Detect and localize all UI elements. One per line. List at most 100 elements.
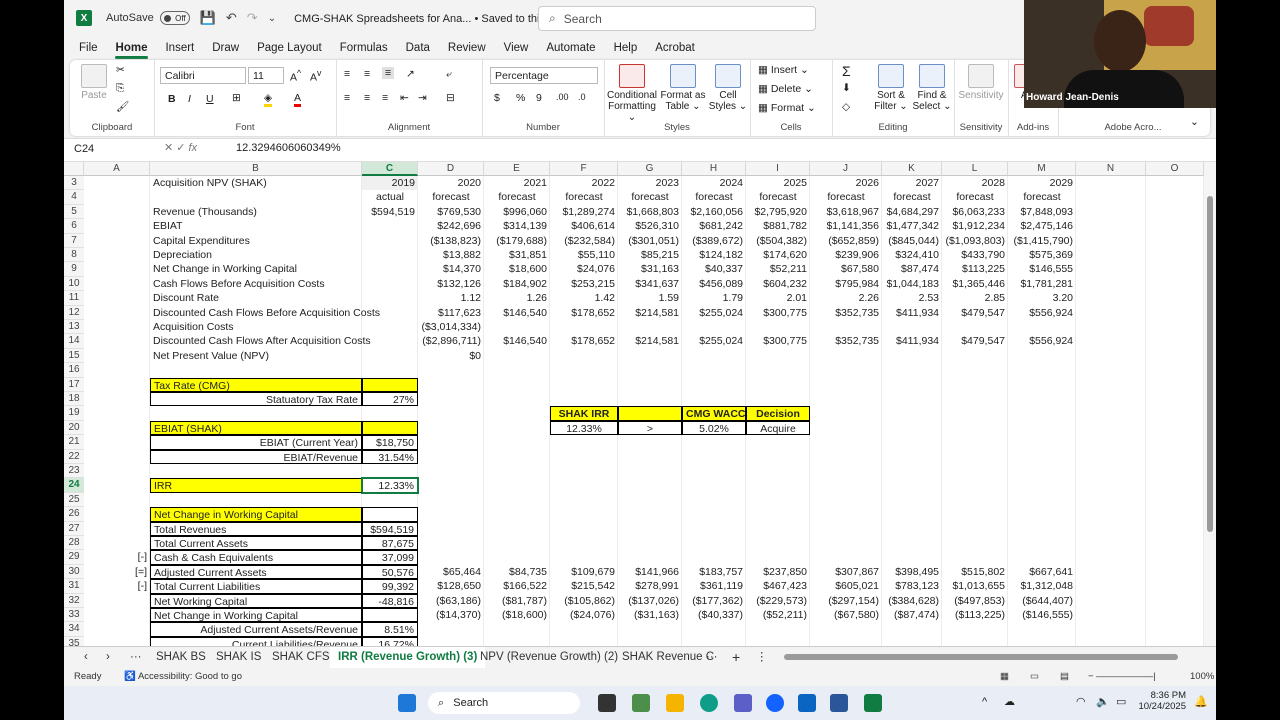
row-header-16[interactable]: 16 (64, 363, 84, 378)
wc-forecast-value[interactable]: $1,013,655 (942, 579, 1008, 593)
bold-icon[interactable]: B (168, 93, 176, 105)
line-value[interactable]: $178,652 (550, 306, 618, 320)
autosum-icon[interactable]: Σ (842, 63, 851, 79)
line-value[interactable]: $4,684,297 (882, 205, 942, 219)
line-value[interactable]: ($652,859) (810, 234, 882, 248)
decision-value[interactable]: Acquire (746, 420, 810, 436)
line-value[interactable]: $411,934 (882, 306, 942, 320)
wc-forecast-value[interactable]: $515,802 (942, 565, 1008, 579)
row-header-25[interactable]: 25 (64, 492, 84, 508)
tab-view[interactable]: View (495, 36, 538, 60)
wc-forecast-value[interactable]: $605,021 (810, 579, 882, 593)
page-layout-view-icon[interactable]: ▭ (1030, 668, 1039, 686)
tab-acrobat[interactable]: Acrobat (646, 36, 704, 60)
percent-icon[interactable]: % (516, 92, 525, 104)
merge-center-icon[interactable]: ⊟ (446, 92, 455, 104)
add-sheet-icon[interactable]: + (724, 647, 748, 669)
file-explorer-icon[interactable] (666, 694, 684, 712)
wc-forecast-value[interactable]: ($24,076) (550, 608, 618, 622)
tab-draw[interactable]: Draw (203, 36, 248, 60)
line-value[interactable]: $433,790 (942, 248, 1008, 262)
line-value[interactable]: ($1,415,790) (1008, 234, 1076, 248)
line-value[interactable]: $253,215 (550, 277, 618, 291)
line-value[interactable]: ($301,051) (618, 234, 682, 248)
align-middle-icon[interactable]: ≡ (364, 68, 370, 80)
line-value[interactable]: $174,620 (746, 248, 810, 262)
wc-row-value[interactable]: 16.72% (362, 636, 418, 646)
delete-cells-button[interactable]: ▦ Delete ⌄ (758, 83, 813, 95)
line-value[interactable]: ($232,584) (550, 234, 618, 248)
comma-icon[interactable]: 9 (536, 92, 542, 104)
italic-icon[interactable]: I (188, 93, 191, 105)
row-header-11[interactable]: 11 (64, 291, 84, 306)
tab-insert[interactable]: Insert (156, 36, 203, 60)
tax-value[interactable]: 27% (362, 392, 418, 407)
line-value[interactable]: $769,530 (418, 205, 484, 219)
line-value[interactable]: $556,924 (1008, 334, 1076, 348)
row-header-5[interactable]: 5 (64, 204, 84, 220)
decrease-font-icon[interactable]: Av (310, 68, 321, 84)
row-header-21[interactable]: 21 (64, 435, 84, 450)
line-value[interactable]: $604,232 (746, 277, 810, 291)
column-header-g[interactable]: G (618, 162, 682, 176)
line-value[interactable]: $324,410 (882, 248, 942, 262)
line-value[interactable]: $146,555 (1008, 262, 1076, 276)
tab-review[interactable]: Review (439, 36, 495, 60)
find-select-button[interactable]: Find & Select ⌄ (912, 64, 952, 112)
prev-sheet-icon[interactable]: ‹ (76, 647, 96, 669)
tab-page-layout[interactable]: Page Layout (248, 36, 331, 60)
line-value[interactable]: $0 (418, 349, 484, 363)
sheet-tab-shak-is[interactable]: SHAK IS (208, 647, 269, 669)
line-value[interactable]: $996,060 (484, 205, 550, 219)
line-value[interactable]: $87,474 (882, 262, 942, 276)
row-header-15[interactable]: 15 (64, 348, 84, 364)
line-value[interactable]: $18,600 (484, 262, 550, 276)
line-value[interactable]: $146,540 (484, 334, 550, 348)
line-value[interactable]: 2.53 (882, 291, 942, 305)
wc-forecast-value[interactable]: ($63,186) (418, 594, 484, 608)
align-center-icon[interactable]: ≡ (364, 92, 370, 104)
column-header-b[interactable]: B (150, 162, 362, 176)
line-value[interactable]: $300,775 (746, 306, 810, 320)
line-value[interactable]: $146,540 (484, 306, 550, 320)
wc-forecast-value[interactable]: ($146,555) (1008, 608, 1076, 622)
align-bottom-icon[interactable]: ≡ (382, 67, 395, 79)
wc-forecast-value[interactable]: ($113,225) (942, 608, 1008, 622)
line-value[interactable]: $3,618,967 (810, 205, 882, 219)
line-value[interactable]: ($1,093,803) (942, 234, 1008, 248)
windows-start-icon[interactable] (398, 694, 416, 712)
align-left-icon[interactable]: ≡ (344, 92, 350, 104)
column-header-o[interactable]: O (1146, 162, 1204, 176)
wifi-icon[interactable]: ◠ (1076, 695, 1086, 708)
wc-row-value[interactable]: 99,392 (362, 579, 418, 594)
line-value[interactable]: $795,984 (810, 277, 882, 291)
decrease-indent-icon[interactable]: ⇤ (400, 92, 409, 104)
align-top-icon[interactable]: ≡ (344, 68, 350, 80)
wc-forecast-value[interactable]: ($229,573) (746, 594, 810, 608)
wc-forecast-value[interactable]: $215,542 (550, 579, 618, 593)
wc-forecast-value[interactable]: $183,757 (682, 565, 746, 579)
line-value[interactable]: $242,696 (418, 219, 484, 233)
wc-forecast-value[interactable]: ($137,026) (618, 594, 682, 608)
ebiat-ratio-value[interactable]: 31.54% (362, 449, 418, 464)
wc-forecast-value[interactable]: ($52,211) (746, 608, 810, 622)
row-header-12[interactable]: 12 (64, 305, 84, 320)
line-value[interactable]: $341,637 (618, 277, 682, 291)
row-header-18[interactable]: 18 (64, 392, 84, 407)
irr-value-selected[interactable]: 12.33% (361, 477, 419, 494)
column-header-a[interactable]: A (84, 162, 150, 176)
line-value[interactable]: $132,126 (418, 277, 484, 291)
column-header-e[interactable]: E (484, 162, 550, 176)
number-format-dropdown[interactable]: Percentage (490, 67, 598, 84)
vertical-scrollbar[interactable] (1204, 162, 1216, 646)
row-header-24[interactable]: 24 (64, 478, 84, 493)
line-value[interactable]: $184,902 (484, 277, 550, 291)
column-header-n[interactable]: N (1076, 162, 1146, 176)
row-header-22[interactable]: 22 (64, 449, 84, 464)
widgets-icon[interactable] (632, 694, 650, 712)
copy-icon[interactable]: ⎘ (116, 82, 124, 95)
ebiat-current-value[interactable]: $18,750 (362, 435, 418, 450)
autosave-toggle[interactable]: Off (159, 11, 190, 25)
teams-icon[interactable] (734, 694, 752, 712)
line-value[interactable]: $314,139 (484, 219, 550, 233)
